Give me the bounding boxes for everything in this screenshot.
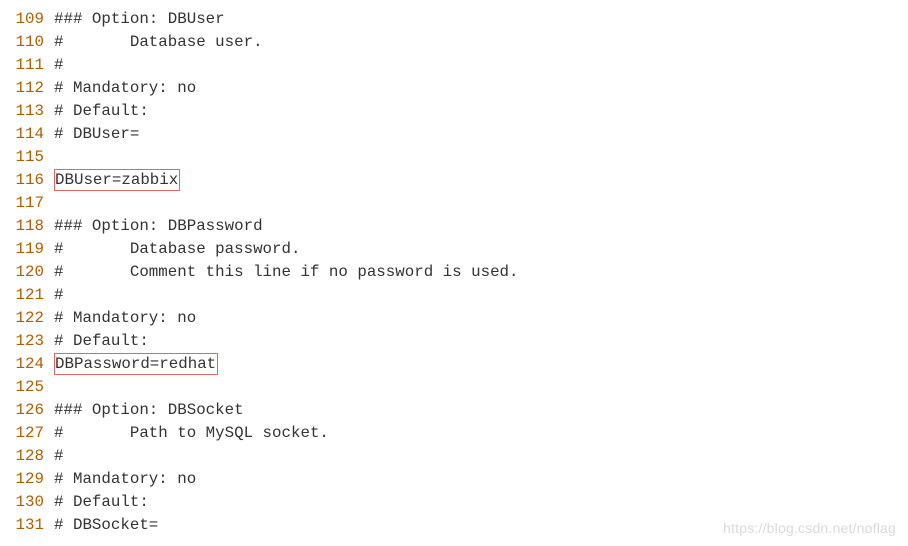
line-number: 131 xyxy=(0,514,54,537)
line-number: 122 xyxy=(0,307,54,330)
line-text: # Comment this line if no password is us… xyxy=(54,261,519,284)
line-number: 116 xyxy=(0,169,54,192)
code-line: 126### Option: DBSocket xyxy=(0,399,908,422)
line-number: 124 xyxy=(0,353,54,376)
code-line: 113# Default: xyxy=(0,100,908,123)
highlight-box: DBPassword=redhat xyxy=(54,353,218,375)
code-line: 109### Option: DBUser xyxy=(0,8,908,31)
line-text: # xyxy=(54,54,63,77)
highlight-box: DBUser=zabbix xyxy=(54,169,180,191)
line-number: 115 xyxy=(0,146,54,169)
line-number: 113 xyxy=(0,100,54,123)
line-number: 129 xyxy=(0,468,54,491)
line-text: # Database user. xyxy=(54,31,263,54)
line-text: DBPassword=redhat xyxy=(54,353,218,376)
code-line: 125 xyxy=(0,376,908,399)
code-line: 122# Mandatory: no xyxy=(0,307,908,330)
line-number: 114 xyxy=(0,123,54,146)
line-text: # Mandatory: no xyxy=(54,307,196,330)
code-line: 117 xyxy=(0,192,908,215)
line-number: 112 xyxy=(0,77,54,100)
line-text: # Mandatory: no xyxy=(54,77,196,100)
line-number: 128 xyxy=(0,445,54,468)
line-text: # Path to MySQL socket. xyxy=(54,422,329,445)
line-text: # xyxy=(54,284,63,307)
line-number: 109 xyxy=(0,8,54,31)
code-line: 114# DBUser= xyxy=(0,123,908,146)
line-text: DBUser=zabbix xyxy=(54,169,180,192)
line-text: ### Option: DBUser xyxy=(54,8,225,31)
code-line: 116DBUser=zabbix xyxy=(0,169,908,192)
line-text: # DBUser= xyxy=(54,123,139,146)
line-text: # xyxy=(54,445,63,468)
code-line: 115 xyxy=(0,146,908,169)
line-text: # Default: xyxy=(54,100,149,123)
line-number: 130 xyxy=(0,491,54,514)
code-line: 119# Database password. xyxy=(0,238,908,261)
line-number: 118 xyxy=(0,215,54,238)
line-text: ### Option: DBPassword xyxy=(54,215,263,238)
line-text: ### Option: DBSocket xyxy=(54,399,244,422)
line-number: 111 xyxy=(0,54,54,77)
code-line: 128# xyxy=(0,445,908,468)
line-number: 126 xyxy=(0,399,54,422)
code-line: 111# xyxy=(0,54,908,77)
line-number: 121 xyxy=(0,284,54,307)
code-line: 131# DBSocket= xyxy=(0,514,908,537)
line-number: 110 xyxy=(0,31,54,54)
line-number: 120 xyxy=(0,261,54,284)
line-number: 127 xyxy=(0,422,54,445)
code-line: 127# Path to MySQL socket. xyxy=(0,422,908,445)
code-line: 130# Default: xyxy=(0,491,908,514)
code-line: 129# Mandatory: no xyxy=(0,468,908,491)
code-block: 109### Option: DBUser110# Database user.… xyxy=(0,0,908,537)
line-text: # Default: xyxy=(54,491,149,514)
line-number: 123 xyxy=(0,330,54,353)
code-line: 110# Database user. xyxy=(0,31,908,54)
code-line: 124DBPassword=redhat xyxy=(0,353,908,376)
line-text: # Database password. xyxy=(54,238,300,261)
code-line: 121# xyxy=(0,284,908,307)
code-line: 120# Comment this line if no password is… xyxy=(0,261,908,284)
code-line: 118### Option: DBPassword xyxy=(0,215,908,238)
line-text: # Default: xyxy=(54,330,149,353)
line-number: 117 xyxy=(0,192,54,215)
line-number: 125 xyxy=(0,376,54,399)
line-text: # DBSocket= xyxy=(54,514,158,537)
code-line: 112# Mandatory: no xyxy=(0,77,908,100)
line-text: # Mandatory: no xyxy=(54,468,196,491)
code-line: 123# Default: xyxy=(0,330,908,353)
line-number: 119 xyxy=(0,238,54,261)
